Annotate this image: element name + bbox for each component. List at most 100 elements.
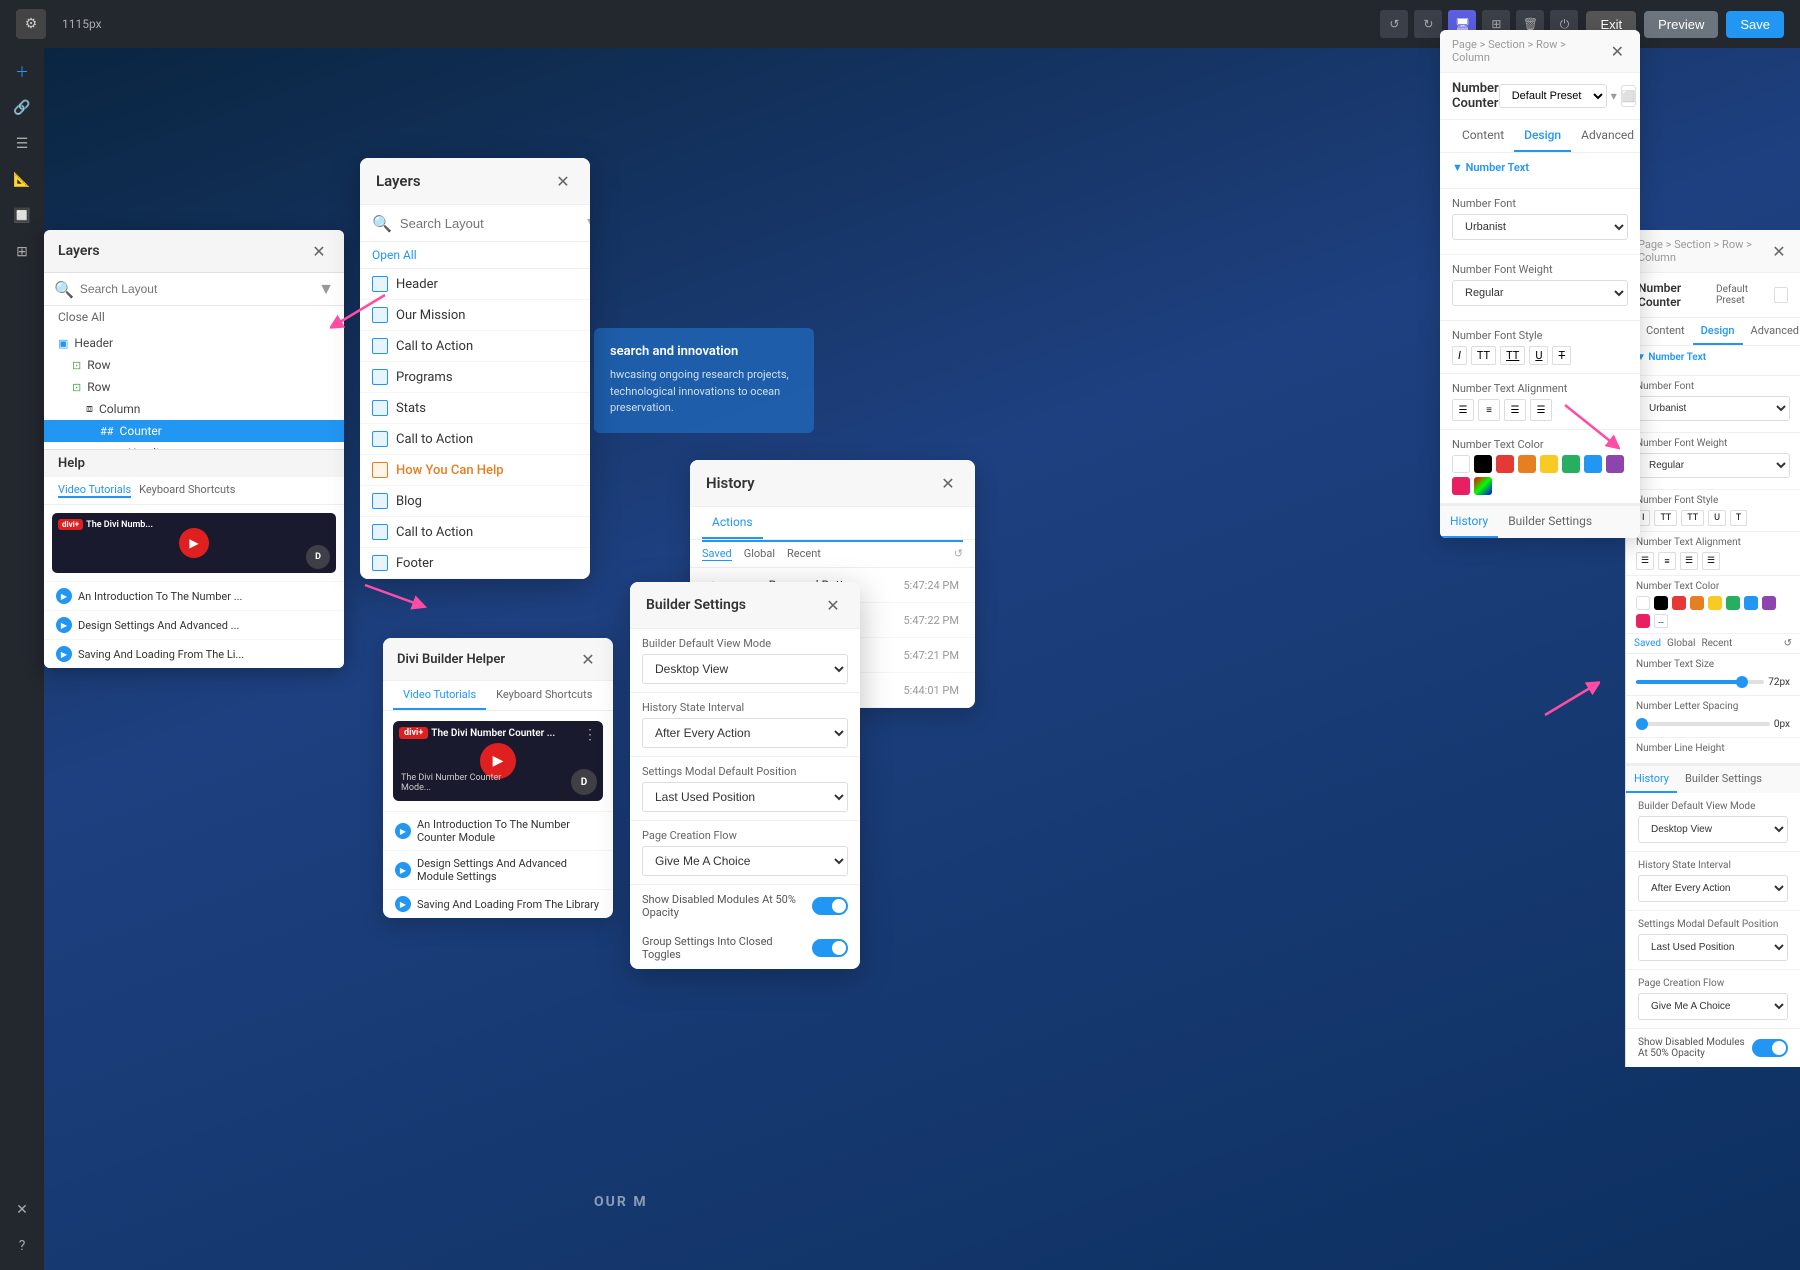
dh-video-options-icon[interactable]: ⋮ xyxy=(583,727,597,743)
bg-swatch-more[interactable]: … xyxy=(1654,614,1668,628)
bs-view-mode-select[interactable]: Desktop View xyxy=(642,654,848,684)
history-global-tab[interactable]: Global xyxy=(744,547,775,561)
bg-recent-tab[interactable]: Recent xyxy=(1701,638,1732,649)
layer-item-row1[interactable]: ⊡ Row xyxy=(44,354,344,376)
number-font-select[interactable]: Urbanist xyxy=(1452,214,1628,240)
bs-close-btn[interactable]: ✕ xyxy=(822,594,844,616)
layers-close-all-btn[interactable]: Close All xyxy=(44,306,344,328)
module-icon[interactable]: 🔲 xyxy=(6,200,38,232)
history-tab-actions[interactable]: Actions xyxy=(702,507,763,539)
bs-history-interval-select[interactable]: After Every Action xyxy=(642,718,848,748)
bg-size-slider[interactable] xyxy=(1636,680,1764,684)
layer-main-header[interactable]: Header xyxy=(360,269,590,300)
bg-tt2-btn[interactable]: TT xyxy=(1681,510,1704,526)
italic-btn[interactable]: I xyxy=(1452,346,1467,365)
bg-u-btn[interactable]: U xyxy=(1708,510,1726,526)
help-video-play-btn[interactable]: ▶ xyxy=(179,528,209,558)
bg-global-tab[interactable]: Global xyxy=(1667,638,1695,649)
tt2-btn[interactable]: TT xyxy=(1500,346,1525,365)
history-saved-tab[interactable]: Saved xyxy=(702,547,732,561)
bg-refresh-icon[interactable]: ↺ xyxy=(1784,638,1792,649)
open-all-btn[interactable]: Open All xyxy=(360,242,590,269)
bg-spacing-slider-thumb[interactable] xyxy=(1636,718,1648,730)
bg-tab-design[interactable]: Design xyxy=(1693,318,1743,345)
bg-align-left-btn[interactable]: ☰ xyxy=(1636,552,1654,570)
help-video-item-1[interactable]: ▶ An Introduction To The Number ... xyxy=(44,581,344,610)
bg-font-select[interactable]: Urbanist xyxy=(1636,396,1790,421)
help-icon[interactable]: ? xyxy=(6,1230,38,1262)
save-button[interactable]: Save xyxy=(1726,11,1784,38)
history-refresh-icon[interactable]: ↺ xyxy=(954,547,963,561)
bg-spacing-slider[interactable] xyxy=(1636,722,1770,726)
align-left-btn[interactable]: ☰ xyxy=(1452,399,1474,421)
bg-weight-select[interactable]: Regular xyxy=(1636,453,1790,478)
layers-main-filter-icon[interactable]: ▼ xyxy=(584,213,590,233)
settings-bg-close-btn[interactable]: ✕ xyxy=(1770,240,1788,262)
number-font-weight-select[interactable]: Regular xyxy=(1452,280,1628,306)
bg-view-mode-select[interactable]: Desktop View xyxy=(1638,816,1788,843)
bg-tab-content[interactable]: Content xyxy=(1638,318,1693,345)
strikethrough-btn[interactable]: T xyxy=(1552,346,1571,365)
layer-item-row2[interactable]: ⊡ Row xyxy=(44,376,344,398)
bg-page-creation-select[interactable]: Give Me A Choice xyxy=(1638,993,1788,1020)
bg-swatch-green[interactable] xyxy=(1726,596,1740,610)
dh-list-item-2[interactable]: ▶ Design Settings And Advanced Module Se… xyxy=(383,850,613,889)
bottom-tab-history[interactable]: History xyxy=(1440,506,1498,538)
bs-modal-position-select[interactable]: Last Used Position xyxy=(642,782,848,812)
bg-saved-tab[interactable]: Saved xyxy=(1634,638,1661,649)
bg-align-right-btn[interactable]: ☰ xyxy=(1680,552,1698,570)
layer-item-column[interactable]: ⧈ Column xyxy=(44,398,344,420)
design-icon[interactable]: 📐 xyxy=(6,164,38,196)
layer-main-stats[interactable]: Stats xyxy=(360,393,590,424)
layers-icon[interactable]: ☰ xyxy=(6,128,38,160)
bg-swatch-orange[interactable] xyxy=(1690,596,1704,610)
link-icon[interactable]: 🔗 xyxy=(6,92,38,124)
more-options-icon[interactable]: ▾ xyxy=(1611,89,1617,103)
dh-list-item-1[interactable]: ▶ An Introduction To The Number Counter … xyxy=(383,811,613,850)
layer-main-cta3[interactable]: Call to Action xyxy=(360,517,590,548)
layers-main-close-btn[interactable]: ✕ xyxy=(552,170,574,192)
history-close-btn[interactable]: ✕ xyxy=(937,472,959,494)
color-swatch-blue[interactable] xyxy=(1584,455,1602,473)
bg-swatch-white[interactable] xyxy=(1636,596,1650,610)
dh-close-btn[interactable]: ✕ xyxy=(577,648,599,670)
undo-icon[interactable]: ↺ xyxy=(1380,10,1408,38)
preset-selector[interactable]: Default Preset xyxy=(1499,84,1607,108)
tab-advanced[interactable]: Advanced xyxy=(1571,120,1640,152)
dh-video-thumb[interactable]: divi+ The Divi Number Counter ... ▶ D Th… xyxy=(393,721,603,801)
bg-history-interval-select[interactable]: After Every Action xyxy=(1638,875,1788,902)
color-swatch-pink[interactable] xyxy=(1452,477,1470,495)
layers-bg-search-input[interactable] xyxy=(80,282,312,296)
color-swatch-black[interactable] xyxy=(1474,455,1492,473)
align-justify-btn[interactable]: ☰ xyxy=(1530,399,1552,421)
layer-main-cta1[interactable]: Call to Action xyxy=(360,331,590,362)
layer-main-how-you[interactable]: How You Can Help xyxy=(360,455,590,486)
bg-align-center-btn[interactable]: ≡ xyxy=(1658,552,1676,570)
bg-toggle-opacity-switch[interactable] xyxy=(1752,1039,1788,1057)
bs-page-creation-select[interactable]: Give Me A Choice xyxy=(642,846,848,876)
align-right-btn[interactable]: ☰ xyxy=(1504,399,1526,421)
bg-expand-icon[interactable] xyxy=(1774,287,1788,303)
settings-close-btn[interactable]: ✕ xyxy=(1607,40,1628,62)
layer-main-cta2[interactable]: Call to Action xyxy=(360,424,590,455)
layers-main-search-input[interactable] xyxy=(400,216,576,231)
filter-icon[interactable]: ▼ xyxy=(318,279,334,299)
color-swatch-orange[interactable] xyxy=(1518,455,1536,473)
color-swatch-yellow[interactable] xyxy=(1540,455,1558,473)
color-swatch-white[interactable] xyxy=(1452,455,1470,473)
bg-size-slider-thumb[interactable] xyxy=(1736,676,1748,688)
color-swatch-gradient[interactable] xyxy=(1474,477,1492,495)
dh-tab-video[interactable]: Video Tutorials xyxy=(393,681,486,710)
bg-swatch-black[interactable] xyxy=(1654,596,1668,610)
align-center-btn[interactable]: ≡ xyxy=(1478,399,1500,421)
color-swatch-purple[interactable] xyxy=(1606,455,1624,473)
layers-bg-close-btn[interactable]: ✕ xyxy=(308,240,330,262)
tab-design[interactable]: Design xyxy=(1514,120,1571,152)
add-module-icon[interactable]: ＋ xyxy=(6,56,38,88)
grid2-icon[interactable]: ⊞ xyxy=(6,236,38,268)
layer-main-ourmission[interactable]: Our Mission xyxy=(360,300,590,331)
layer-main-blog[interactable]: Blog xyxy=(360,486,590,517)
redo-icon[interactable]: ↻ xyxy=(1414,10,1442,38)
preview-button[interactable]: Preview xyxy=(1644,11,1718,38)
bg-swatch-blue[interactable] xyxy=(1744,596,1758,610)
